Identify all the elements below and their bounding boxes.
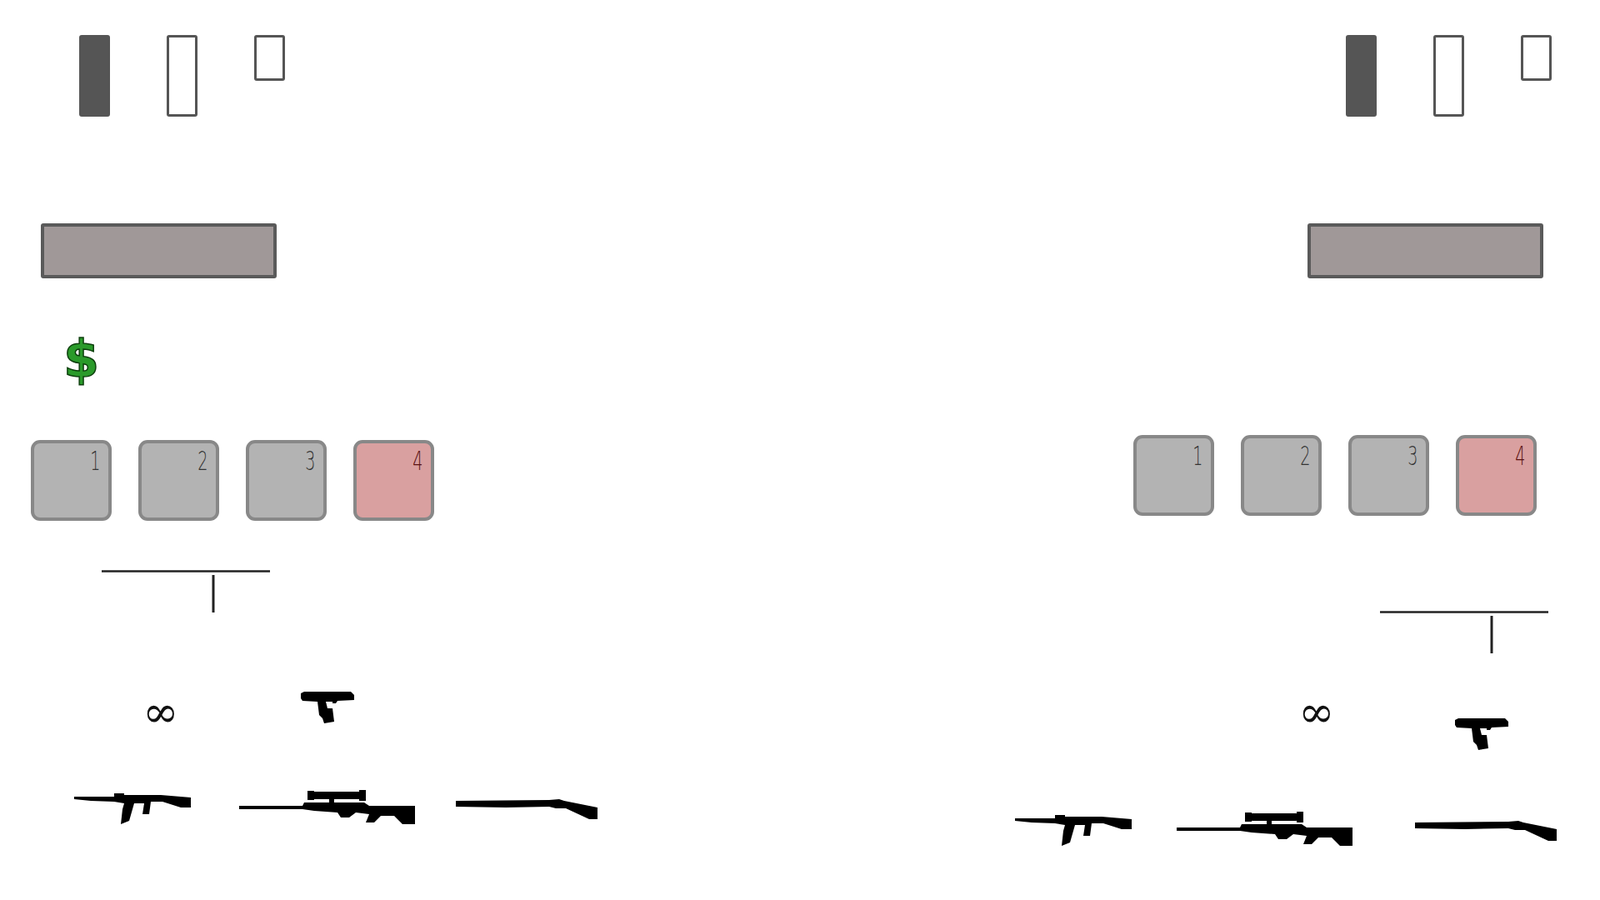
selector-mark-icon (1380, 610, 1549, 654)
ammo-row: ∞ (1298, 690, 1510, 750)
status-bar (40, 223, 277, 279)
shotgun-icon (455, 795, 598, 821)
slot-indicator (254, 35, 285, 81)
key-button[interactable]: 4 (353, 440, 435, 521)
selector-mark-icon (101, 570, 270, 613)
slot-indicator (166, 35, 198, 117)
ammo-row: ∞ (142, 690, 356, 734)
key-button[interactable]: 4 (1455, 435, 1537, 516)
slot-indicator (1433, 35, 1465, 117)
money-icon: $ (63, 333, 100, 385)
slot-row (1345, 35, 1552, 117)
ak-rifle-icon (74, 789, 191, 827)
player-1-panel: $1234 ∞ (0, 0, 600, 900)
key-row: 1234 (1133, 435, 1537, 516)
key-row: 1234 (30, 440, 435, 521)
key-button[interactable]: 2 (138, 440, 220, 521)
slot-row (79, 35, 285, 117)
key-button[interactable]: 3 (1348, 435, 1430, 516)
slot-indicator (1520, 35, 1552, 81)
ammo-count: ∞ (1298, 690, 1335, 734)
slot-indicator (1345, 35, 1377, 117)
key-button[interactable]: 1 (30, 440, 112, 521)
ammo-count: ∞ (142, 690, 179, 734)
key-button[interactable]: 2 (1240, 435, 1322, 516)
player-2-panel: 1234 ∞ (1000, 0, 1600, 900)
game-hud: $1234∞1234∞ (0, 0, 1600, 900)
pistol-icon (1453, 716, 1510, 750)
weapon-row (1015, 810, 1557, 849)
weapon-row (74, 789, 598, 827)
pistol-icon (299, 690, 356, 724)
ak-rifle-icon (1015, 810, 1132, 849)
sniper-rifle-icon (239, 789, 415, 827)
slot-indicator (79, 35, 110, 117)
key-button[interactable]: 3 (245, 440, 327, 521)
status-bar (1307, 223, 1544, 279)
key-button[interactable]: 1 (1133, 435, 1215, 516)
sniper-rifle-icon (1176, 810, 1353, 849)
shotgun-icon (1415, 817, 1557, 843)
